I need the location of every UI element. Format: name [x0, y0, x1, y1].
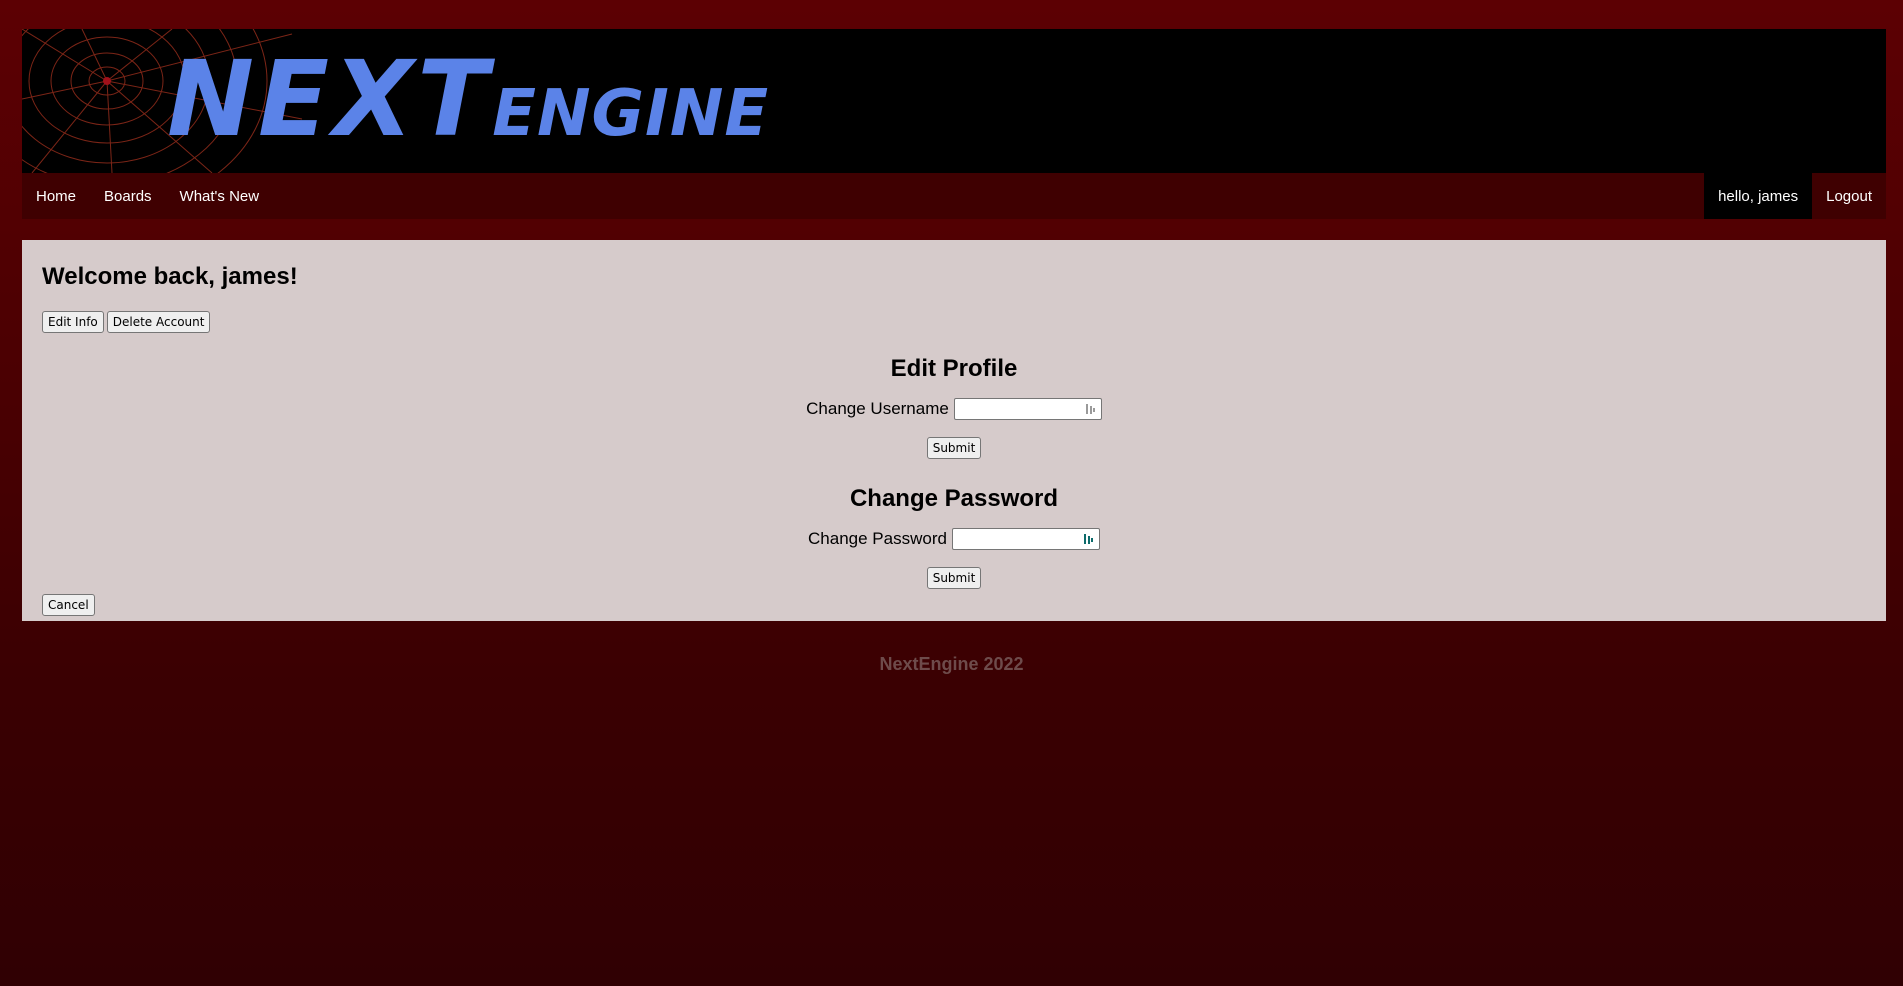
welcome-heading: Welcome back, james!	[42, 263, 298, 290]
edit-profile-title: Edit Profile	[890, 355, 1018, 382]
change-password-title: Change Password	[849, 485, 1059, 512]
delete-account-button[interactable]: Delete Account	[106, 311, 211, 333]
logo-sub-text: ENGINE	[492, 77, 770, 151]
site-logo[interactable]: NEXTENGINE	[167, 47, 769, 151]
nav-logout[interactable]: Logout	[1812, 173, 1886, 219]
footer-copyright: NextEngine 2022	[879, 654, 1024, 674]
page-wrapper: NEXTENGINE Home Boards What's New hello,…	[22, 29, 1886, 621]
nav-home[interactable]: Home	[22, 173, 90, 219]
username-input-wrap	[953, 398, 1102, 420]
logo-main-text: NEXT	[167, 38, 493, 160]
edit-profile-section: Edit Profile Change Username Submit	[22, 355, 1886, 459]
nav-boards[interactable]: Boards	[90, 173, 166, 219]
password-submit-button[interactable]: Submit	[926, 567, 982, 589]
account-actions: Edit Info Delete Account	[42, 311, 211, 333]
password-manager-icon[interactable]	[1083, 533, 1095, 545]
password-row: Change Password	[22, 528, 1886, 550]
edit-info-button[interactable]: Edit Info	[42, 311, 104, 333]
password-manager-icon[interactable]	[1085, 403, 1097, 415]
username-label: Change Username	[806, 399, 949, 418]
main-navbar: Home Boards What's New hello, james Logo…	[22, 173, 1886, 219]
password-input-wrap	[951, 528, 1100, 550]
account-panel: Welcome back, james! Edit Info Delete Ac…	[22, 240, 1886, 621]
cancel-button[interactable]: Cancel	[42, 594, 95, 616]
password-label: Change Password	[808, 529, 947, 548]
password-input[interactable]	[951, 528, 1100, 550]
nav-whats-new[interactable]: What's New	[166, 173, 274, 219]
change-password-section: Change Password Change Password Submit	[22, 485, 1886, 589]
username-row: Change Username	[22, 398, 1886, 420]
password-submit-row: Submit	[22, 567, 1886, 589]
username-submit-row: Submit	[22, 437, 1886, 459]
username-input[interactable]	[953, 398, 1102, 420]
username-submit-button[interactable]: Submit	[926, 437, 982, 459]
nav-user-greeting[interactable]: hello, james	[1704, 173, 1813, 219]
header-banner: NEXTENGINE	[22, 29, 1886, 173]
